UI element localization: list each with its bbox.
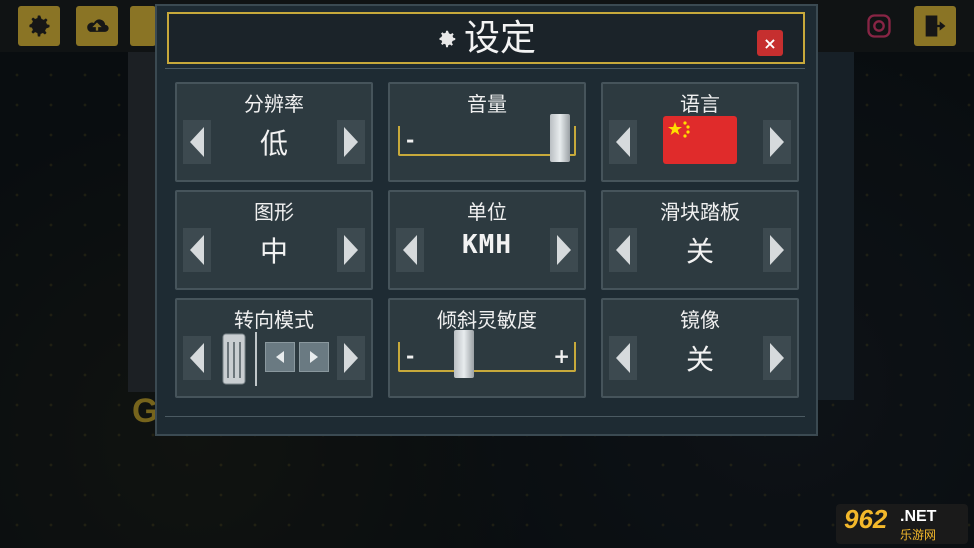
setting-label: 分辨率 (244, 92, 304, 116)
graphics-setting: 图形 中 (175, 190, 373, 290)
slider-thumb[interactable] (550, 114, 570, 162)
arrow-left-icon (616, 343, 630, 373)
language-setting: 语言 (601, 82, 799, 182)
slider-min-label: - (406, 344, 415, 368)
volume-slider[interactable]: - - (398, 114, 576, 162)
setting-label: 滑块踏板 (660, 200, 740, 224)
previous-button[interactable] (183, 336, 211, 380)
divider (255, 332, 257, 386)
previous-button[interactable] (183, 228, 211, 272)
arrow-left-icon (403, 235, 417, 265)
settings-dialog: 设定 × 分辨率 低 音量 - - 语言 (155, 4, 818, 436)
arrow-left-icon (190, 343, 204, 373)
arrow-left-icon (190, 235, 204, 265)
dialog-title: 设定 (463, 18, 536, 59)
volume-setting: 音量 - - (388, 82, 586, 182)
resolution-setting: 分辨率 低 (175, 82, 373, 182)
slider-min-label: - (406, 128, 415, 152)
previous-button[interactable] (609, 336, 637, 380)
setting-label: 单位 (467, 200, 507, 224)
tilt-sensitivity-setting: 倾斜灵敏度 - + (388, 298, 586, 398)
arrow-right-icon (344, 235, 358, 265)
slider-max-label: + (553, 344, 570, 368)
mini-left-icon (265, 342, 295, 372)
tilt-sensitivity-slider[interactable]: - + (398, 330, 576, 378)
china-flag-icon (663, 116, 737, 164)
previous-button[interactable] (609, 228, 637, 272)
setting-label: 图形 (254, 200, 294, 224)
arrow-right-icon (770, 235, 784, 265)
dialog-header: 设定 × (167, 12, 805, 64)
next-button[interactable] (337, 228, 365, 272)
next-button[interactable] (550, 228, 578, 272)
arrow-right-icon (344, 127, 358, 157)
setting-label: 镜像 (680, 308, 720, 332)
next-button[interactable] (763, 228, 791, 272)
steering-buttons-icon (265, 342, 329, 372)
setting-value: 关 (685, 343, 714, 376)
setting-label: 音量 (467, 92, 507, 116)
slider-pedal-setting: 滑块踏板 关 (601, 190, 799, 290)
setting-label: 倾斜灵敏度 (437, 308, 537, 332)
arrow-left-icon (616, 127, 630, 157)
close-button[interactable]: × (757, 30, 783, 56)
arrow-right-icon (770, 127, 784, 157)
frame-divider (165, 416, 805, 417)
close-icon: × (763, 33, 777, 53)
arrow-left-icon (190, 127, 204, 157)
previous-button[interactable] (183, 120, 211, 164)
previous-button[interactable] (396, 228, 424, 272)
arrow-right-icon (770, 343, 784, 373)
gear-icon (439, 30, 456, 48)
setting-value: KMH (462, 230, 512, 260)
setting-value: 关 (685, 235, 714, 268)
frame-divider (165, 68, 805, 69)
steering-mode-setting: 转向模式 (175, 298, 373, 398)
watermark-brand: 962 (844, 504, 888, 534)
setting-label: 转向模式 (234, 308, 314, 332)
previous-button[interactable] (609, 120, 637, 164)
next-button[interactable] (763, 336, 791, 380)
arrow-right-icon (344, 343, 358, 373)
watermark-sub: 乐游网 (900, 528, 937, 542)
next-button[interactable] (337, 120, 365, 164)
site-watermark: 962 .NET 乐游网 (836, 504, 968, 544)
arrow-right-icon (557, 235, 571, 265)
next-button[interactable] (337, 336, 365, 380)
watermark-net: .NET (900, 508, 937, 525)
arrow-left-icon (616, 235, 630, 265)
setting-value: 低 (259, 127, 288, 160)
slider-thumb[interactable] (454, 330, 474, 378)
next-button[interactable] (763, 120, 791, 164)
setting-label: 语言 (680, 92, 720, 116)
units-setting: 单位 KMH (388, 190, 586, 290)
mini-right-icon (299, 342, 329, 372)
setting-value: 中 (259, 235, 288, 268)
pedal-icon (222, 333, 246, 385)
mirror-setting: 镜像 关 (601, 298, 799, 398)
